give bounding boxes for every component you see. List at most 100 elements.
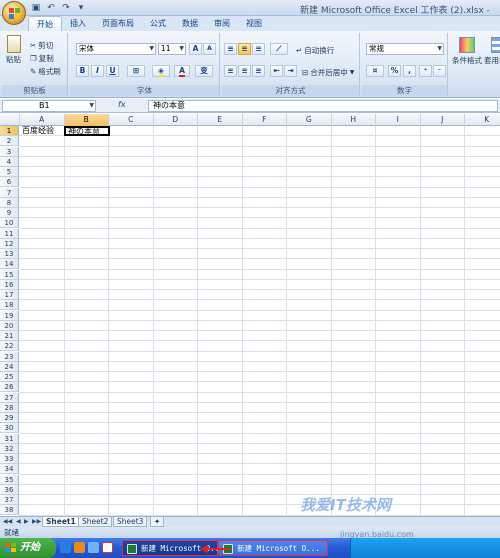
cell-a1[interactable]: 百度经验 (20, 126, 54, 136)
row-header-24[interactable]: 24 (0, 361, 19, 372)
sheet-tab-sheet3[interactable]: Sheet3 (113, 517, 148, 527)
formula-input[interactable]: 神の本意 (148, 100, 498, 112)
column-header-f[interactable]: F (243, 114, 287, 126)
column-header-i[interactable]: I (376, 114, 421, 126)
row-header-22[interactable]: 22 (0, 341, 19, 352)
save-icon[interactable]: ▣ (30, 2, 42, 14)
row-header-5[interactable]: 5 (0, 167, 19, 178)
increase-decimal-button[interactable]: ⁺ (419, 65, 432, 77)
row-header-16[interactable]: 16 (0, 279, 19, 290)
column-header-b[interactable]: B (64, 114, 109, 126)
align-left-button[interactable]: ≡ (224, 65, 237, 77)
row-header-10[interactable]: 10 (0, 218, 19, 229)
browser-icon[interactable] (102, 542, 113, 553)
conditional-format-button[interactable]: 条件格式 (452, 37, 482, 66)
format-painter-button[interactable]: ✎ 格式刷 (30, 66, 61, 77)
cell-b1[interactable]: 神の本意 (64, 126, 110, 136)
underline-button[interactable]: U (106, 65, 119, 77)
column-header-g[interactable]: G (287, 114, 332, 126)
row-header-3[interactable]: 3 (0, 146, 19, 157)
font-color-button[interactable]: A (174, 65, 190, 77)
increase-indent-button[interactable]: ⇥ (284, 65, 297, 77)
number-format-select[interactable]: 常规 ▼ (366, 43, 444, 55)
row-header-9[interactable]: 9 (0, 208, 19, 219)
desktop-icon[interactable] (88, 542, 99, 553)
column-header-d[interactable]: D (154, 114, 198, 126)
column-header-h[interactable]: H (332, 114, 376, 126)
row-header-17[interactable]: 17 (0, 290, 19, 301)
align-bottom-button[interactable]: ≡ (252, 43, 265, 55)
wrap-text-button[interactable]: ↵ 自动换行 (296, 45, 334, 56)
decrease-indent-button[interactable]: ⇤ (270, 65, 283, 77)
row-header-19[interactable]: 19 (0, 310, 19, 321)
name-box[interactable]: B1 ▼ (2, 100, 96, 112)
sheet-tab-sheet1[interactable]: Sheet1 (42, 517, 80, 527)
tab-view[interactable]: 视图 (238, 16, 270, 31)
select-all-corner[interactable] (0, 114, 20, 126)
start-button[interactable]: 开始 (0, 538, 56, 558)
insert-function-button[interactable]: fx (118, 100, 126, 109)
taskbar-item-excel-2[interactable]: 新建 Microsoft O... (218, 540, 328, 556)
tab-insert[interactable]: 插入 (62, 16, 94, 31)
comma-button[interactable]: , (403, 65, 416, 77)
align-top-button[interactable]: ≡ (224, 43, 237, 55)
percent-button[interactable]: % (388, 65, 401, 77)
format-as-table-button[interactable]: 套用表格 (484, 37, 500, 66)
ie-icon[interactable] (60, 542, 71, 553)
office-button[interactable] (2, 1, 26, 25)
row-header-25[interactable]: 25 (0, 372, 19, 383)
tab-home[interactable]: 开始 (28, 16, 62, 31)
redo-icon[interactable]: ↷ (60, 2, 72, 14)
row-header-28[interactable]: 28 (0, 402, 19, 413)
row-header-35[interactable]: 35 (0, 474, 19, 485)
row-header-7[interactable]: 7 (0, 187, 19, 198)
customize-icon[interactable]: ▾ (75, 2, 87, 14)
decrease-decimal-button[interactable]: ⁻ (433, 65, 446, 77)
column-header-k[interactable]: K (465, 114, 500, 126)
grow-font-button[interactable]: A (189, 43, 202, 55)
copy-button[interactable]: ❐ 复制 (30, 53, 54, 64)
align-middle-button[interactable]: ≡ (238, 43, 251, 55)
tab-review[interactable]: 审阅 (206, 16, 238, 31)
row-header-2[interactable]: 2 (0, 136, 19, 147)
row-header-32[interactable]: 32 (0, 443, 19, 454)
row-header-20[interactable]: 20 (0, 320, 19, 331)
row-header-26[interactable]: 26 (0, 382, 19, 393)
row-header-27[interactable]: 27 (0, 392, 19, 403)
merge-center-button[interactable]: ⊟ 合并后居中 ▼ (302, 67, 354, 78)
undo-icon[interactable]: ↶ (45, 2, 57, 14)
row-header-14[interactable]: 14 (0, 259, 19, 270)
align-right-button[interactable]: ≡ (252, 65, 265, 77)
tab-page-layout[interactable]: 页面布局 (94, 16, 142, 31)
phonetic-button[interactable]: 变 (195, 65, 213, 77)
row-header-30[interactable]: 30 (0, 423, 19, 434)
align-center-button[interactable]: ≡ (238, 65, 251, 77)
font-name-select[interactable]: 宋体 ▼ (76, 43, 156, 55)
last-sheet-icon[interactable]: ▶▶ (32, 518, 41, 525)
paste-button[interactable]: 粘贴 (6, 35, 21, 65)
font-size-select[interactable]: 11 ▼ (158, 43, 186, 55)
bold-button[interactable]: B (76, 65, 89, 77)
insert-sheet-button[interactable]: ✦ (150, 517, 164, 527)
tab-formulas[interactable]: 公式 (142, 16, 174, 31)
row-header-8[interactable]: 8 (0, 197, 19, 208)
row-header-36[interactable]: 36 (0, 484, 19, 495)
row-header-4[interactable]: 4 (0, 156, 19, 167)
row-header-38[interactable]: 38 (0, 505, 19, 516)
row-header-21[interactable]: 21 (0, 331, 19, 342)
next-sheet-icon[interactable]: ▶ (24, 518, 29, 525)
fill-color-button[interactable]: ◈ (152, 65, 170, 77)
column-header-c[interactable]: C (109, 114, 154, 126)
spreadsheet-grid[interactable]: ABCDEFGHIJK 1 2 3 4 5 6 7 8 9 10 11 12 13 14 15 16 17 18 1… (0, 114, 500, 516)
cut-button[interactable]: ✂ 剪切 (30, 40, 53, 51)
row-header-23[interactable]: 23 (0, 351, 19, 362)
row-header-31[interactable]: 31 (0, 433, 19, 444)
media-player-icon[interactable] (74, 542, 85, 553)
orientation-button[interactable]: ⟋ (270, 43, 288, 55)
sheet-tab-sheet2[interactable]: Sheet2 (78, 517, 113, 527)
row-header-33[interactable]: 33 (0, 454, 19, 465)
row-header-18[interactable]: 18 (0, 300, 19, 311)
italic-button[interactable]: I (91, 65, 104, 77)
first-sheet-icon[interactable]: ◀◀ (3, 518, 12, 525)
row-header-15[interactable]: 15 (0, 269, 19, 280)
